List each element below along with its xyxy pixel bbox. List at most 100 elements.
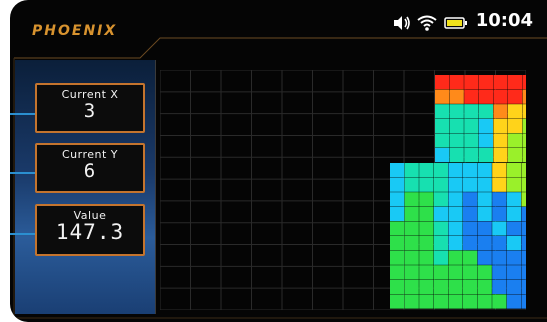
heatmap-cell bbox=[390, 265, 405, 280]
heatmap-cell bbox=[419, 163, 434, 178]
battery-icon bbox=[444, 10, 468, 36]
heatmap-cell bbox=[477, 177, 492, 192]
heatmap-cell bbox=[508, 118, 523, 133]
clock: 10:04 bbox=[475, 10, 533, 31]
heatmap-cell bbox=[435, 89, 450, 104]
heatmap-cell bbox=[463, 236, 478, 251]
heatmap-cell bbox=[433, 206, 448, 221]
heatmap-cell bbox=[506, 163, 521, 178]
heatmap-cell bbox=[463, 250, 478, 265]
heatmap-cell bbox=[521, 221, 526, 236]
heatmap-cell bbox=[449, 148, 464, 163]
heatmap-cell bbox=[435, 133, 450, 148]
heatmap-cell bbox=[433, 221, 448, 236]
top-bar: PHOENIX 10:04 bbox=[10, 0, 547, 48]
heatmap-cell bbox=[464, 75, 479, 90]
heatmap-cell bbox=[463, 294, 478, 309]
heatmap-cell bbox=[492, 250, 507, 265]
heatmap-cell bbox=[492, 221, 507, 236]
heatmap-cell bbox=[506, 265, 521, 280]
heatmap-cell bbox=[433, 192, 448, 207]
readout-value: Value 147.3 bbox=[35, 204, 145, 256]
heatmap-cell bbox=[478, 104, 493, 119]
heatmap-cell bbox=[508, 104, 523, 119]
heatmap-cell bbox=[448, 206, 463, 221]
heatmap-cell bbox=[492, 206, 507, 221]
speaker-icon[interactable] bbox=[392, 10, 412, 36]
heatmap[interactable] bbox=[160, 70, 526, 310]
heatmap-cell bbox=[390, 192, 405, 207]
heatmap-cell bbox=[493, 148, 508, 163]
readout-value: 6 bbox=[83, 160, 97, 182]
heatmap-cell bbox=[522, 89, 526, 104]
heatmap-cell bbox=[478, 133, 493, 148]
heatmap-cell bbox=[522, 75, 526, 90]
heatmap-cell bbox=[477, 279, 492, 294]
heatmap-cell bbox=[433, 177, 448, 192]
heatmap-cell bbox=[492, 163, 507, 178]
heatmap-cell bbox=[492, 294, 507, 309]
heatmap-cell bbox=[464, 104, 479, 119]
heatmap-cell bbox=[506, 250, 521, 265]
heatmap-cell bbox=[464, 89, 479, 104]
heatmap-cell bbox=[492, 177, 507, 192]
heatmap-cell bbox=[477, 163, 492, 178]
heatmap-cell bbox=[464, 133, 479, 148]
heatmap-cell bbox=[448, 294, 463, 309]
heatmap-cell bbox=[493, 89, 508, 104]
heatmap-cell bbox=[404, 177, 419, 192]
app-logo: PHOENIX bbox=[32, 23, 118, 39]
readout-current-x: Current X 3 bbox=[35, 83, 145, 133]
heatmap-cell bbox=[433, 265, 448, 280]
heatmap-cell bbox=[404, 265, 419, 280]
heatmap-cell bbox=[508, 133, 523, 148]
heatmap-cell bbox=[448, 221, 463, 236]
heatmap-cell bbox=[506, 177, 521, 192]
heatmap-cell bbox=[508, 148, 523, 163]
heatmap-cell bbox=[419, 206, 434, 221]
heatmap-cell bbox=[506, 206, 521, 221]
heatmap-cell bbox=[522, 118, 526, 133]
heatmap-cell bbox=[463, 177, 478, 192]
heatmap-cell bbox=[449, 89, 464, 104]
heatmap-cell bbox=[477, 236, 492, 251]
heatmap-cell bbox=[477, 206, 492, 221]
heatmap-cell bbox=[435, 118, 450, 133]
heatmap-cell bbox=[478, 148, 493, 163]
heatmap-cell bbox=[419, 221, 434, 236]
heatmap-cell bbox=[492, 192, 507, 207]
heatmap-cell bbox=[521, 265, 526, 280]
heatmap-cell bbox=[477, 221, 492, 236]
heatmap-cell bbox=[521, 294, 526, 309]
heatmap-cell bbox=[390, 177, 405, 192]
heatmap-cell bbox=[433, 279, 448, 294]
heatmap-cell bbox=[508, 89, 523, 104]
heatmap-cell bbox=[493, 75, 508, 90]
wifi-icon[interactable] bbox=[417, 10, 437, 36]
heatmap-cell bbox=[390, 250, 405, 265]
heatmap-cell bbox=[435, 104, 450, 119]
heatmap-cell bbox=[419, 279, 434, 294]
heatmap-cell bbox=[448, 236, 463, 251]
heatmap-cell bbox=[404, 221, 419, 236]
heatmap-cell bbox=[522, 104, 526, 119]
heatmap-cell bbox=[522, 148, 526, 163]
heatmap-cell bbox=[521, 206, 526, 221]
heatmap-cell bbox=[478, 89, 493, 104]
heatmap-cell bbox=[419, 250, 434, 265]
heatmap-cell bbox=[463, 163, 478, 178]
heatmap-cell bbox=[390, 236, 405, 251]
heatmap-cell bbox=[449, 75, 464, 90]
heatmap-cell bbox=[506, 221, 521, 236]
readout-value: 3 bbox=[83, 100, 97, 122]
heatmap-cell bbox=[506, 294, 521, 309]
heatmap-cell bbox=[493, 104, 508, 119]
heatmap-cell bbox=[449, 118, 464, 133]
heatmap-cell bbox=[506, 192, 521, 207]
heatmap-cell bbox=[506, 279, 521, 294]
heatmap-cell bbox=[419, 294, 434, 309]
heatmap-cell bbox=[390, 206, 405, 221]
heatmap-cell bbox=[477, 250, 492, 265]
heatmap-cell bbox=[463, 192, 478, 207]
heatmap-cell bbox=[435, 75, 450, 90]
